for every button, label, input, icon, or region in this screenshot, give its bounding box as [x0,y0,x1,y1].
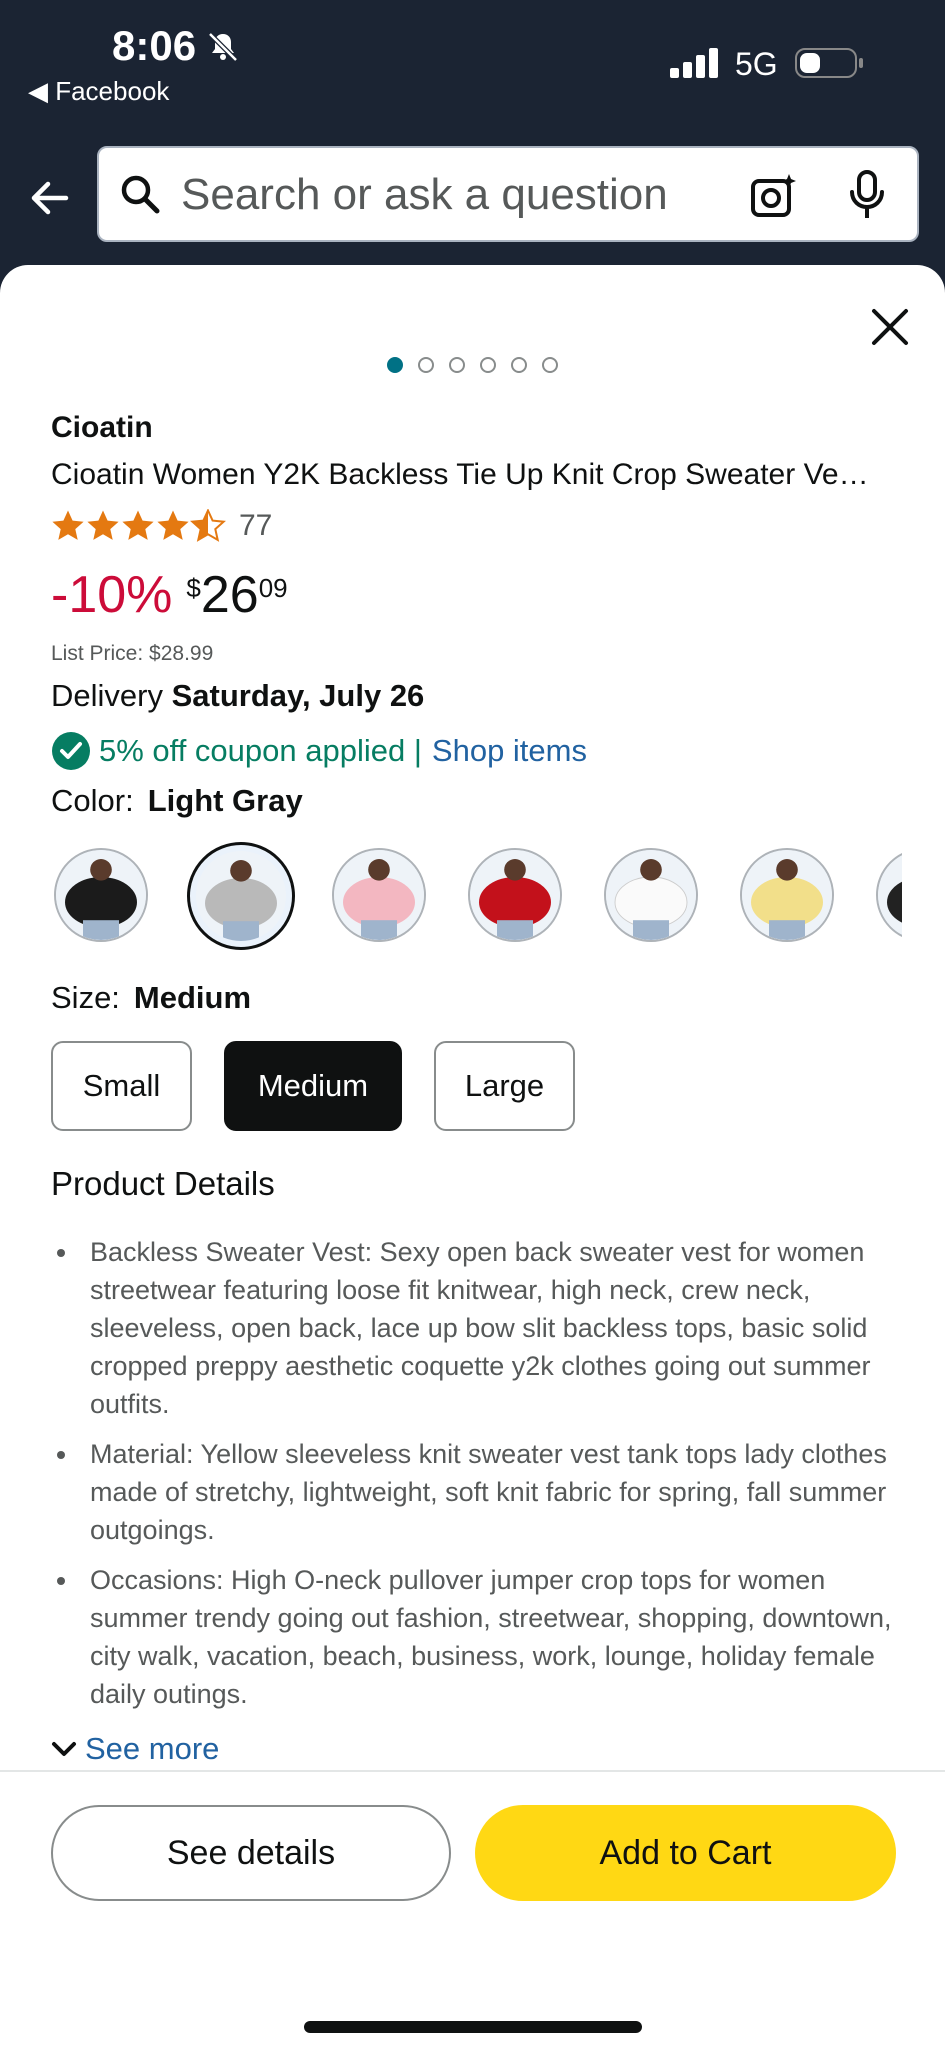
carousel-dot[interactable] [480,357,496,373]
see-details-button[interactable]: See details [51,1805,451,1901]
status-time: 8:06 [112,22,197,69]
swatch-image [196,851,286,941]
add-to-cart-button[interactable]: Add to Cart [475,1805,896,1901]
home-indicator[interactable] [304,2021,642,2033]
shop-items-link[interactable]: Shop items [432,733,587,769]
price-whole: 26 [200,566,259,624]
selected-color: Light Gray [147,783,303,818]
swatch-image [742,850,832,940]
close-icon[interactable] [868,305,912,349]
carousel-dot[interactable] [418,357,434,373]
color-swatch-yellow[interactable] [740,848,834,942]
color-swatch-white[interactable] [604,848,698,942]
network-type: 5G [735,46,778,82]
see-more-link[interactable]: See more [51,1731,219,1767]
selected-size: Medium [133,980,252,1015]
back-to-app-link[interactable]: ◀ Facebook [28,76,169,107]
back-arrow-icon[interactable] [26,174,74,222]
color-swatch-red[interactable] [468,848,562,942]
delivery-date: Saturday, July 26 [171,678,425,713]
product-details-list: Backless Sweater Vest: Sexy open back sw… [51,1233,897,1725]
check-circle-icon [52,732,90,770]
color-swatch-pink[interactable] [332,848,426,942]
carousel-dot[interactable] [449,357,465,373]
swatch-image [878,850,902,940]
color-swatch-more[interactable] [876,848,902,942]
list-price: List Price: $28.99 [51,642,214,665]
search-box[interactable] [97,146,919,242]
bell-muted-icon [208,32,238,62]
brand-name[interactable]: Cioatin [51,411,153,445]
camera-lens-icon[interactable] [749,172,797,220]
swatch-image [470,850,560,940]
product-title: Cioatin Women Y2K Backless Tie Up Knit C… [51,458,869,491]
rating[interactable]: 77 [51,509,272,543]
discount-percent: -10% [51,566,173,624]
signal-icon [670,48,718,78]
detail-bullet: Material: Yellow sleeveless knit sweater… [51,1435,897,1549]
size-option-medium[interactable]: Medium [224,1041,402,1131]
size-option-small[interactable]: Small [51,1041,192,1131]
star-rating-icon [52,509,225,541]
currency-symbol: $ [186,573,201,603]
divider [0,1770,945,1772]
swatch-image [334,850,424,940]
search-input[interactable] [179,164,743,226]
swatch-image [606,850,696,940]
price: -10% $ 26 09 [51,565,288,625]
chevron-down-icon [52,1742,76,1756]
color-swatch-black[interactable] [54,848,148,942]
carousel-indicator[interactable] [387,357,558,373]
color-swatches [52,842,902,952]
coupon-text: 5% off coupon applied | [99,733,422,768]
search-icon [121,175,160,214]
carousel-dot[interactable] [387,357,403,373]
size-option-large[interactable]: Large [434,1041,575,1131]
swatch-image [56,850,146,940]
detail-bullet: Occasions: High O-neck pullover jumper c… [51,1561,897,1713]
product-sheet: Cioatin Cioatin Women Y2K Backless Tie U… [0,265,945,2048]
search-header [0,140,945,260]
size-selector-label: Size: Medium [51,980,251,1016]
status-bar: 8:06 ◀ Facebook 5G [0,0,945,140]
delivery-label: Delivery [51,678,163,713]
microphone-icon[interactable] [847,170,887,222]
detail-bullet: Backless Sweater Vest: Sexy open back sw… [51,1233,897,1423]
battery-icon [795,48,863,78]
coupon-status: 5% off coupon applied | Shop items [51,731,587,771]
size-label: Size: [51,980,120,1015]
carousel-dot[interactable] [511,357,527,373]
size-options: Small Medium Large [51,1041,575,1131]
rating-count: 77 [239,509,273,542]
see-more-label: See more [85,1731,220,1766]
delivery-info: Delivery Saturday, July 26 [51,678,424,714]
color-selector-label: Color: Light Gray [51,783,303,819]
product-details-heading: Product Details [51,1165,275,1202]
price-fraction: 09 [258,573,288,603]
color-swatch-light-gray[interactable] [187,842,295,950]
color-label: Color: [51,783,134,818]
carousel-dot[interactable] [542,357,558,373]
back-app-label: Facebook [55,76,170,106]
